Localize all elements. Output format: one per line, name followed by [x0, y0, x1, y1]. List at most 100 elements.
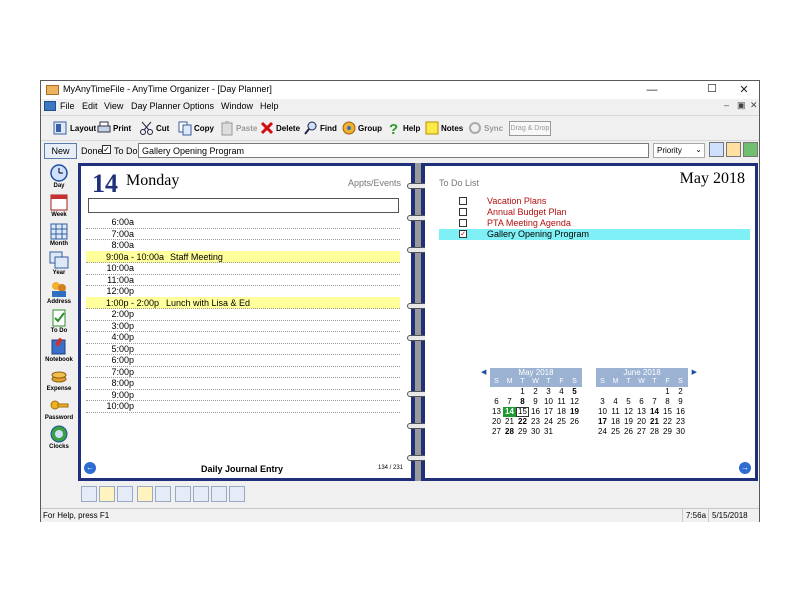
sidebar-item-week[interactable]: Week	[41, 193, 77, 218]
entry-action-button-1[interactable]	[709, 142, 724, 157]
calendar-day[interactable]: 2	[529, 387, 542, 397]
calendar-day[interactable]: 22	[661, 417, 674, 427]
tab-edit-view-4[interactable]	[229, 486, 245, 502]
mdi-close-button[interactable]: ✕	[750, 100, 758, 111]
copy-button[interactable]: Copy	[177, 119, 214, 137]
notes-button[interactable]: Notes	[424, 119, 463, 137]
find-button[interactable]: Find	[303, 119, 337, 137]
calendar-day[interactable]: 3	[596, 397, 609, 407]
calendar-day[interactable]: 27	[490, 427, 503, 437]
todo-item[interactable]: Annual Budget Plan	[439, 207, 750, 218]
tab-home-view[interactable]	[117, 486, 133, 502]
sidebar-item-address[interactable]: Address	[41, 280, 77, 305]
calendar-day[interactable]: 30	[529, 427, 542, 437]
todo-item-checkbox[interactable]	[459, 219, 467, 227]
calendar-day[interactable]: 14	[648, 407, 661, 417]
calendar-day[interactable]: 6	[635, 397, 648, 407]
help-button[interactable]: ? Help	[386, 119, 420, 138]
tab-sun-view[interactable]	[99, 486, 115, 502]
menu-edit[interactable]: Edit	[82, 101, 98, 111]
calendar-day[interactable]: 2	[674, 387, 687, 397]
drag-drop-button[interactable]: Drag & Drop	[509, 121, 551, 136]
sidebar-item-expense[interactable]: Expense	[41, 367, 77, 392]
new-button[interactable]: New	[44, 143, 77, 159]
menu-help[interactable]: Help	[260, 101, 279, 111]
calendar-day[interactable]: 16	[529, 407, 542, 417]
calendar-day[interactable]: 18	[555, 407, 568, 417]
calendar-day[interactable]: 26	[622, 427, 635, 437]
layout-button[interactable]: Layout	[53, 119, 96, 137]
calendar-day[interactable]: 8	[516, 397, 529, 407]
calendar-day[interactable]: 5	[622, 397, 635, 407]
prev-month-icon[interactable]: ◀	[481, 368, 486, 378]
calendar-day[interactable]: 7	[648, 397, 661, 407]
calendar-day[interactable]: 23	[674, 417, 687, 427]
calendar-day[interactable]: 28	[648, 427, 661, 437]
todo-item[interactable]: PTA Meeting Agenda	[439, 218, 750, 229]
calendar-day[interactable]: 29	[516, 427, 529, 437]
calendar-day[interactable]: 6	[490, 397, 503, 407]
calendar-day[interactable]: 21	[503, 417, 516, 427]
sidebar-item-todo[interactable]: To Do	[41, 309, 77, 334]
calendar-day[interactable]: 11	[609, 407, 622, 417]
calendar-day[interactable]: 25	[555, 417, 568, 427]
todo-item-checkbox[interactable]	[459, 197, 467, 205]
calendar-day[interactable]: 30	[674, 427, 687, 437]
calendar-day[interactable]: 18	[609, 417, 622, 427]
menu-options[interactable]: Options	[183, 101, 214, 111]
sidebar-item-clocks[interactable]: Clocks	[41, 425, 77, 450]
print-button[interactable]: Print	[96, 119, 131, 137]
priority-select[interactable]: Priority ⌄	[653, 143, 705, 158]
calendar-day[interactable]: 17	[542, 407, 555, 417]
next-page-icon[interactable]: →	[739, 462, 751, 474]
calendar-day[interactable]: 24	[596, 427, 609, 437]
calendar-day[interactable]: 28	[503, 427, 516, 437]
appointment-input[interactable]	[88, 198, 399, 213]
menu-window[interactable]: Window	[221, 101, 253, 111]
calendar-day[interactable]: 15	[661, 407, 674, 417]
calendar-day[interactable]: 22	[516, 417, 529, 427]
calendar-day[interactable]: 12	[622, 407, 635, 417]
document-icon[interactable]	[44, 101, 56, 111]
calendar-day[interactable]: 4	[609, 397, 622, 407]
calendar-day[interactable]: 5	[568, 387, 581, 397]
tab-edit-view-3[interactable]	[211, 486, 227, 502]
sidebar-item-month[interactable]: Month	[41, 222, 77, 247]
mdi-minimize-button[interactable]: –	[724, 100, 729, 110]
close-button[interactable]: ✕	[729, 81, 759, 99]
calendar-day[interactable]: 27	[635, 427, 648, 437]
sidebar-item-year[interactable]: Year	[41, 251, 77, 276]
todo-checkbox[interactable]: ✓	[102, 145, 111, 154]
todo-item[interactable]: ✓ Gallery Opening Program	[439, 229, 750, 240]
calendar-day[interactable]: 11	[555, 397, 568, 407]
calendar-day[interactable]: 7	[503, 397, 516, 407]
calendar-day[interactable]: 21	[648, 417, 661, 427]
menu-day-planner[interactable]: Day Planner	[131, 101, 181, 111]
calendar-day[interactable]: 29	[661, 427, 674, 437]
calendar-day[interactable]: 9	[674, 397, 687, 407]
mdi-restore-button[interactable]: ▣	[737, 100, 746, 111]
calendar-day[interactable]: 9	[529, 397, 542, 407]
calendar-day[interactable]: 19	[622, 417, 635, 427]
time-slot[interactable]: 10:00p	[86, 400, 400, 413]
previous-page-icon[interactable]: ←	[84, 462, 96, 474]
calendar-day[interactable]: 15	[516, 407, 529, 417]
calendar-day[interactable]: 23	[529, 417, 542, 427]
sync-button[interactable]: Sync	[467, 119, 503, 137]
calendar-day[interactable]: 3	[542, 387, 555, 397]
calendar-day[interactable]: 8	[661, 397, 674, 407]
maximize-button[interactable]: ☐	[697, 80, 727, 98]
sidebar-item-day[interactable]: Day	[41, 164, 77, 189]
calendar-day[interactable]: 26	[568, 417, 581, 427]
calendar-day[interactable]: 20	[635, 417, 648, 427]
menu-view[interactable]: View	[104, 101, 123, 111]
next-month-icon[interactable]: ▶	[692, 368, 697, 378]
calendar-day[interactable]: 14	[503, 407, 516, 417]
entry-action-button-2[interactable]	[726, 142, 741, 157]
calendar-day[interactable]: 1	[661, 387, 674, 397]
minimize-button[interactable]: —	[637, 81, 667, 99]
menu-file[interactable]: File	[60, 101, 75, 111]
calendar-day[interactable]: 16	[674, 407, 687, 417]
calendar-day[interactable]: 12	[568, 397, 581, 407]
calendar-day[interactable]: 13	[635, 407, 648, 417]
